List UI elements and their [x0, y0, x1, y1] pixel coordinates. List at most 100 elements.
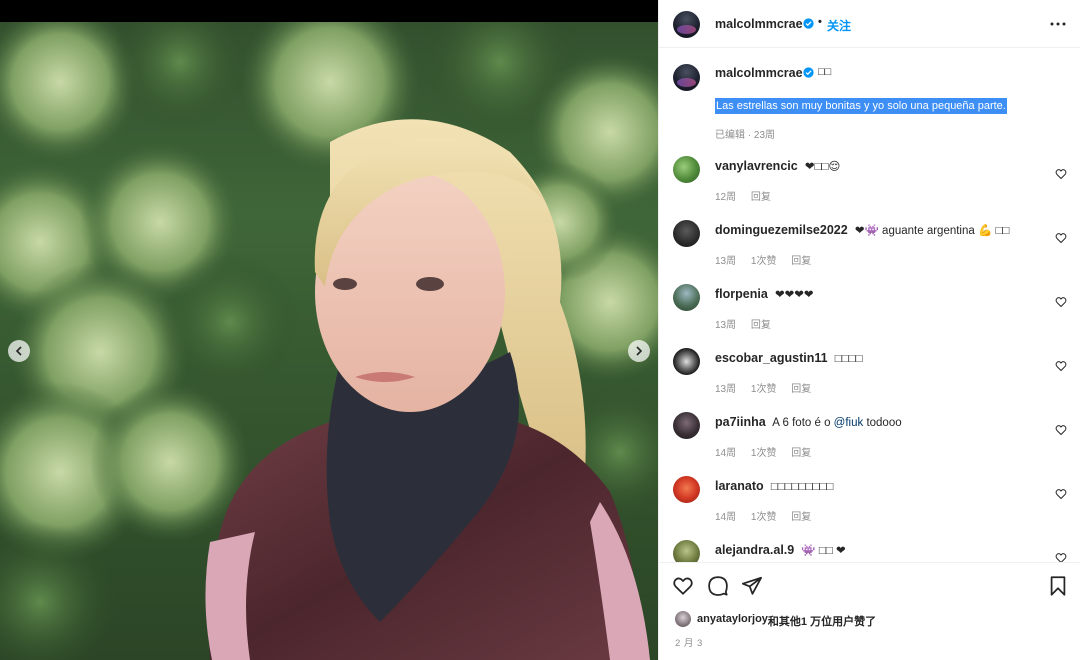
previous-photo-button[interactable] — [8, 340, 30, 362]
caption-meta: 已编辑 · 23周 — [715, 130, 776, 141]
comment-likes[interactable]: 1次赞 — [751, 448, 777, 459]
comment-item: alejandra.al.9 👾 □□ ❤︎ — [659, 538, 1080, 562]
commenter-username[interactable]: laranato — [715, 479, 764, 493]
author-username[interactable]: malcolmmcrae — [715, 17, 803, 31]
comment-like-heart-icon[interactable] — [1055, 488, 1067, 500]
comment-line: pa7iinha A 6 foto é o @fiuk todooo — [715, 415, 1045, 429]
caption-emoji: □□ — [818, 66, 832, 78]
comment-text: 👾 □□ ❤︎ — [801, 545, 846, 557]
author-avatar[interactable] — [673, 11, 700, 38]
reply-button[interactable]: 回复 — [751, 320, 771, 331]
commenter-avatar[interactable] — [673, 476, 700, 503]
commenter-username[interactable]: vanylavrencic — [715, 159, 798, 173]
comment-text: ❤︎❤︎❤︎❤︎ — [775, 289, 814, 301]
post-photo — [0, 22, 658, 660]
post-date: 2 月 3 — [675, 638, 703, 649]
separator-dot: • — [818, 16, 822, 28]
comment-text: ❤︎👾 aguante argentina 💪 □□ — [854, 225, 1010, 237]
caption-text: Las estrellas son muy bonitas y yo solo … — [715, 98, 1007, 114]
comment-likes[interactable]: 1次赞 — [751, 512, 777, 523]
chevron-left-icon — [15, 346, 22, 356]
comments-scroll-area[interactable]: malcolmmcrae □□ Las estrellas son muy bo… — [659, 48, 1080, 562]
next-photo-button[interactable] — [628, 340, 650, 362]
reply-button[interactable]: 回复 — [791, 448, 811, 459]
comment-item: florpenia ❤︎❤︎❤︎❤︎ 13周 回复 — [659, 282, 1080, 344]
comment-item: dominguezemilse2022 ❤︎👾 aguante argentin… — [659, 218, 1080, 280]
commenter-avatar[interactable] — [673, 284, 700, 311]
reply-button[interactable]: 回复 — [791, 384, 811, 395]
post-modal: malcolmmcrae • 关注 malcolmmcrae □□ Las es… — [0, 0, 1080, 660]
reply-button[interactable]: 回复 — [791, 512, 811, 523]
post-media — [0, 0, 658, 660]
post-header: malcolmmcrae • 关注 — [659, 0, 1080, 48]
comment-line: laranato □□□□□□□□□ — [715, 479, 1045, 493]
comment-meta: 14周 1次赞 回复 — [715, 508, 823, 523]
comment-text-after: todooo — [863, 417, 902, 429]
chevron-right-icon — [636, 346, 643, 356]
comment-meta: 12周 回复 — [715, 188, 783, 203]
commenter-username[interactable]: florpenia — [715, 287, 768, 301]
comment-item: escobar_agustin11 □□□□ 13周 1次赞 回复 — [659, 346, 1080, 408]
likes-count-text[interactable]: 和其他1 万位用户赞了 — [768, 613, 876, 629]
comment-like-heart-icon[interactable] — [1055, 360, 1067, 372]
post-side-panel: malcolmmcrae • 关注 malcolmmcrae □□ Las es… — [658, 0, 1080, 660]
commenter-avatar[interactable] — [673, 348, 700, 375]
comment-time: 13周 — [715, 256, 737, 267]
post-actions: anyataylorjoy 和其他1 万位用户赞了 2 月 3 — [659, 562, 1080, 660]
comment-time: 14周 — [715, 448, 737, 459]
comment-like-heart-icon[interactable] — [1055, 296, 1067, 308]
comment-time: 13周 — [715, 384, 737, 395]
commenter-avatar[interactable] — [673, 220, 700, 247]
comment-likes[interactable]: 1次赞 — [751, 384, 777, 395]
comment-time: 13周 — [715, 320, 737, 331]
commenter-username[interactable]: alejandra.al.9 — [715, 543, 794, 557]
likes-summary[interactable]: anyataylorjoy 和其他1 万位用户赞了 — [675, 611, 1065, 629]
caption-author-avatar[interactable] — [673, 64, 700, 91]
comment-time: 14周 — [715, 512, 737, 523]
comment-line: florpenia ❤︎❤︎❤︎❤︎ — [715, 287, 1045, 301]
caption: malcolmmcrae □□ Las estrellas son muy bo… — [659, 48, 1080, 148]
comment-mention-link[interactable]: @fiuk — [834, 417, 864, 429]
comment-likes[interactable]: 1次赞 — [751, 256, 777, 267]
commenter-avatar[interactable] — [673, 412, 700, 439]
send-icon[interactable] — [741, 575, 763, 597]
reply-button[interactable]: 回复 — [751, 192, 771, 203]
caption-username[interactable]: malcolmmcrae — [715, 66, 803, 80]
comment-line: escobar_agustin11 □□□□ — [715, 351, 1045, 365]
comment-text: □□□□ — [834, 353, 863, 365]
comment-meta: 13周 1次赞 回复 — [715, 380, 823, 395]
bookmark-icon[interactable] — [1047, 575, 1069, 597]
reply-button[interactable]: 回复 — [791, 256, 811, 267]
comment-text: ❤︎□□😌 — [804, 161, 841, 173]
comment-meta: 14周 1次赞 回复 — [715, 444, 823, 459]
verified-badge-icon — [803, 67, 814, 78]
comment-item: vanylavrencic ❤︎□□😌 12周 回复 — [659, 154, 1080, 216]
comment-line: alejandra.al.9 👾 □□ ❤︎ — [715, 543, 1045, 557]
comment-line: dominguezemilse2022 ❤︎👾 aguante argentin… — [715, 223, 1045, 237]
verified-badge-icon — [803, 18, 814, 29]
comment-text-before: A 6 foto é o — [772, 417, 834, 429]
heart-icon[interactable] — [672, 575, 694, 597]
comment-time: 12周 — [715, 192, 737, 203]
commenter-username[interactable]: dominguezemilse2022 — [715, 223, 848, 237]
commenter-username[interactable]: escobar_agustin11 — [715, 351, 828, 365]
comment-like-heart-icon[interactable] — [1055, 424, 1067, 436]
photo-illustration — [0, 22, 658, 660]
liker-username[interactable]: anyataylorjoy — [697, 613, 768, 625]
comment-text: □□□□□□□□□ — [770, 481, 834, 493]
media-top-bar — [0, 0, 658, 22]
comment-meta: 13周 1次赞 回复 — [715, 252, 823, 267]
commenter-avatar[interactable] — [673, 540, 700, 562]
comment-item: pa7iinha A 6 foto é o @fiuk todooo 14周 1… — [659, 410, 1080, 472]
comment-meta: 13周 回复 — [715, 316, 783, 331]
more-horizontal-icon[interactable] — [1049, 14, 1067, 34]
liker-avatar[interactable] — [675, 611, 691, 627]
comment-like-heart-icon[interactable] — [1055, 232, 1067, 244]
comment-icon[interactable] — [707, 575, 729, 597]
comment-line: vanylavrencic ❤︎□□😌 — [715, 159, 1045, 173]
comment-like-heart-icon[interactable] — [1055, 168, 1067, 180]
comment-like-heart-icon[interactable] — [1055, 552, 1067, 562]
commenter-username[interactable]: pa7iinha — [715, 415, 766, 429]
commenter-avatar[interactable] — [673, 156, 700, 183]
follow-button[interactable]: 关注 — [827, 17, 851, 34]
